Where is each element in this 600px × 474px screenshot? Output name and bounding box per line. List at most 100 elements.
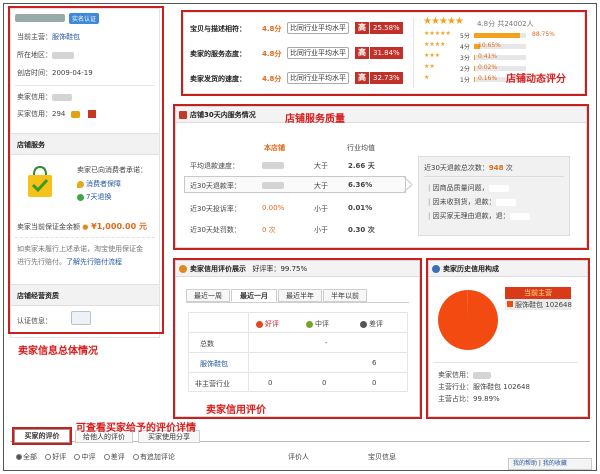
cell-category-bad: 6 xyxy=(372,359,377,367)
rating-stars: ★★★★★ xyxy=(423,16,464,27)
service-row-cmp: 小于 xyxy=(314,205,328,213)
filter-all[interactable]: 全部 xyxy=(16,453,37,461)
legend-value: 102648 xyxy=(545,301,572,309)
refund-total-unit: 次 xyxy=(505,164,513,172)
detail-annotation: 可查看买家给予的评价详情 xyxy=(76,423,196,434)
rating-compare-desc: 比同行业平均水平 xyxy=(287,22,349,34)
dist-bar xyxy=(474,77,475,82)
service-annotation: 店铺服务质量 xyxy=(285,114,345,125)
dist-bar xyxy=(474,33,521,38)
dist-label: 4分 xyxy=(460,44,470,51)
row-non-main: 非主营行业 xyxy=(195,380,230,388)
rating-label-desc: 宝贝与描述相符： xyxy=(190,25,246,33)
legend-swatch xyxy=(507,301,513,307)
history-seller-credit: 卖家信用： xyxy=(438,371,473,379)
cell-non-main-bad: 0 xyxy=(372,379,377,387)
refund-total-label: 近30天退款总次数： xyxy=(424,164,489,172)
review-filters: 全部 好评 中评 差评 有追加评论 xyxy=(16,452,175,462)
service-row-cmp: 大于 xyxy=(314,182,328,190)
refund-total-value: 948 xyxy=(488,164,504,172)
tab-half-year[interactable]: 最近半年 xyxy=(278,289,322,302)
filter-bad[interactable]: 差评 xyxy=(103,453,125,461)
filter-appended[interactable]: 有追加评论 xyxy=(132,453,175,461)
history-main-biz: 主营行业：服饰鞋包 xyxy=(438,383,501,391)
dist-stars: ★ xyxy=(424,74,430,81)
rating-compare-speed: 比同行业平均水平 xyxy=(287,72,349,84)
history-pie-chart xyxy=(438,290,498,350)
mid-icon xyxy=(306,320,313,328)
rating-level-desc: 高 xyxy=(355,22,369,34)
rating-level-speed: 高 xyxy=(355,72,369,84)
reviewer-col: 评价人 xyxy=(288,453,309,461)
my-help-link[interactable]: 我的帮助 xyxy=(513,460,537,467)
cell-non-main-good: 0 xyxy=(268,379,273,387)
seller-info-annotation: 卖家信息总体情况 xyxy=(18,346,98,357)
dist-pct: 88.75% xyxy=(532,31,555,38)
rating-pct-desc: 25.58% xyxy=(370,22,403,34)
service-row-shop: 0.00% xyxy=(262,204,285,212)
col-industry-header: 行业均值 xyxy=(347,144,375,152)
rating-annotation: 店铺动态评分 xyxy=(506,74,566,85)
dist-stars: ★★ xyxy=(424,63,435,70)
col-shop-header: 本店铺 xyxy=(264,144,285,152)
dist-bar xyxy=(474,55,475,60)
refund-reason: 因商品质量问题， xyxy=(432,184,489,192)
service-row-label: 近30天投诉率： xyxy=(190,205,241,213)
dist-pct: 0.16% xyxy=(478,75,498,82)
bad-icon xyxy=(360,320,367,328)
cell-non-main-mid: 0 xyxy=(322,379,327,387)
service-row-cmp: 小于 xyxy=(314,226,328,234)
good-icon xyxy=(256,320,263,328)
rating-compare-service: 比同行业平均水平 xyxy=(287,47,349,59)
service-row-label: 近30天退款率： xyxy=(190,182,241,190)
service-row-cmp: 大于 xyxy=(314,162,328,170)
service-row-label: 近30天处罚数： xyxy=(190,226,241,234)
seller-info-highlight xyxy=(8,6,164,334)
rating-label-service: 卖家的服务态度： xyxy=(190,50,246,58)
dist-pct: 0.02% xyxy=(478,64,498,71)
filter-good[interactable]: 好评 xyxy=(45,453,66,461)
row-category[interactable]: 服饰鞋包 xyxy=(200,359,228,369)
rating-label-speed: 卖家发货的速度： xyxy=(190,75,246,83)
dist-label: 1分 xyxy=(460,77,470,84)
dist-pct: 10.65% xyxy=(478,42,501,49)
tab-last-week[interactable]: 最近一周 xyxy=(186,289,230,302)
rating-score-speed: 4.8分 xyxy=(262,75,282,83)
dist-label: 5分 xyxy=(460,33,470,40)
my-favorites-link[interactable]: 我的收藏 xyxy=(543,460,567,467)
rating-score-desc: 4.8分 xyxy=(262,25,282,33)
legend-item: 服饰鞋包 xyxy=(515,301,543,309)
service-row-shop: 0 次 xyxy=(262,226,276,234)
tab-before-half-year[interactable]: 半年以前 xyxy=(323,289,367,302)
dist-stars: ★★★★★ xyxy=(424,30,451,37)
credit-annotation: 卖家信用评价 xyxy=(206,405,266,416)
rating-pct-speed: 32.73% xyxy=(370,72,403,84)
service-row-industry: 0.30 次 xyxy=(348,226,375,234)
dist-stars: ★★★★ xyxy=(424,41,446,48)
history-main-biz-value: 102648 xyxy=(503,383,530,391)
col-good: 好评 xyxy=(265,320,279,328)
service-row-industry: 2.66 天 xyxy=(348,162,375,170)
row-total: 总数 xyxy=(200,340,214,348)
refund-reason: 因买家无理由退款，退： xyxy=(432,212,510,220)
rating-pct-service: 31.84% xyxy=(370,47,403,59)
tab-last-month[interactable]: 最近一月 xyxy=(231,289,277,302)
history-share-label: 主营占比： xyxy=(438,395,473,403)
rating-score-service: 4.8分 xyxy=(262,50,282,58)
dist-bar xyxy=(474,66,475,71)
cell-total-mid: - xyxy=(325,339,328,347)
dist-label: 3分 xyxy=(460,55,470,62)
dist-stars: ★★★ xyxy=(424,52,441,59)
service-row-label: 平均退款速度： xyxy=(190,162,239,170)
history-share-value: 99.89% xyxy=(473,395,500,403)
legend-current: 当前主营 xyxy=(505,287,571,299)
col-bad: 差评 xyxy=(369,320,383,328)
col-mid: 中评 xyxy=(315,320,329,328)
dist-pct: 0.41% xyxy=(478,53,498,60)
service-row-industry: 6.36% xyxy=(348,181,373,189)
reviews-tab-highlight xyxy=(12,427,72,445)
refund-reason: 因未收到货，退款： xyxy=(432,198,496,206)
filter-mid[interactable]: 中评 xyxy=(74,453,95,461)
rating-level-service: 高 xyxy=(355,47,369,59)
dist-label: 2分 xyxy=(460,66,470,73)
